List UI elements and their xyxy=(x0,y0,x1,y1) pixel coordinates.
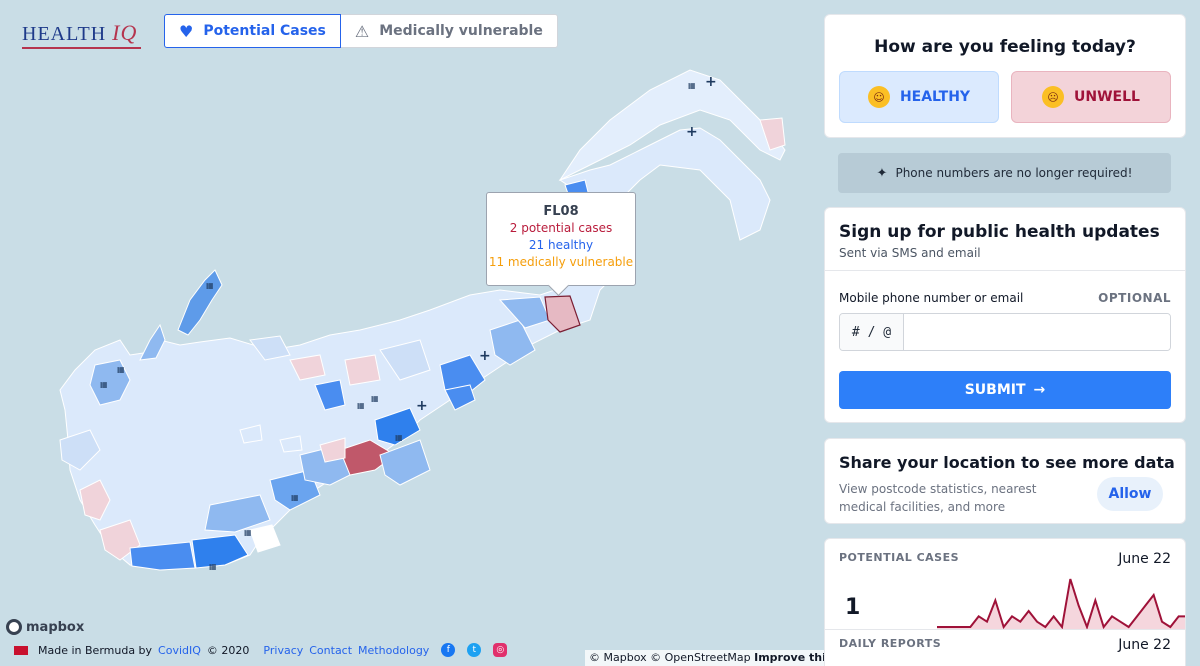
stats-card: POTENTIAL CASES June 22 1 DAILY REPORTS … xyxy=(824,538,1186,666)
heartbeat-icon: ♥ xyxy=(179,21,194,41)
hospital-marker-icon: + xyxy=(479,348,491,364)
smiling-face-icon: ☺ xyxy=(867,86,890,108)
phone-notice-banner: ✦ Phone numbers are no longer required! xyxy=(838,153,1171,193)
clinic-marker-icon: ▦ xyxy=(395,433,403,442)
healthy-label: HEALTHY xyxy=(899,89,971,105)
clinic-marker-icon: ▦ xyxy=(209,562,217,571)
tooltip-vulnerable: 11 medically vulnerable xyxy=(488,255,634,269)
clinic-marker-icon: ▦ xyxy=(206,281,214,290)
tab-label: Potential Cases xyxy=(203,23,326,39)
clinic-marker-icon: ▦ xyxy=(244,528,252,537)
contact-input[interactable] xyxy=(904,314,1170,350)
footer-year: © 2020 xyxy=(206,643,250,657)
footer-methodology-link[interactable]: Methodology xyxy=(358,644,429,657)
clinic-marker-icon: ▦ xyxy=(291,493,299,502)
divider xyxy=(825,629,1185,630)
hospital-marker-icon: + xyxy=(705,74,717,90)
notice-text: Phone numbers are no longer required! xyxy=(895,166,1133,180)
map-region-central-5 xyxy=(344,354,381,386)
submit-button[interactable]: SUBMIT → xyxy=(839,371,1171,409)
unwell-face-icon: ☹ xyxy=(1042,86,1065,108)
feeling-card: How are you feeling today? ☺ HEALTHY ☹ U… xyxy=(824,14,1186,138)
bermuda-map[interactable]: + + + + ▦ ▦ ▦ ▦ ▦ ▦ ▦ ▦ ▦ ▦ xyxy=(0,0,822,666)
unwell-label: UNWELL xyxy=(1074,89,1140,105)
potential-cases-sparkline xyxy=(937,578,1185,629)
daily-reports-label: DAILY REPORTS xyxy=(839,637,942,650)
daily-reports-date: June 22 xyxy=(1118,637,1171,653)
tooltip-healthy: 21 healthy xyxy=(528,238,594,252)
footer-contact-link[interactable]: Contact xyxy=(309,644,352,657)
clinic-marker-icon: ▦ xyxy=(688,81,696,90)
twitter-icon[interactable]: t xyxy=(467,643,482,657)
map-tooltip: FL08 2 potential cases 21 healthy 11 med… xyxy=(486,192,636,286)
signup-card: Sign up for public health updates Sent v… xyxy=(824,207,1186,423)
hospital-marker-icon: + xyxy=(416,398,428,414)
map-region-nw-island xyxy=(177,269,223,336)
contact-field: # / @ xyxy=(839,313,1171,351)
potential-cases-date: June 22 xyxy=(1118,551,1171,567)
tab-medically-vulnerable[interactable]: ⚠ Medically vulnerable xyxy=(340,14,558,48)
footer-privacy-link[interactable]: Privacy xyxy=(263,644,303,657)
tab-potential-cases[interactable]: ♥ Potential Cases xyxy=(164,14,341,48)
clinic-marker-icon: ▦ xyxy=(371,394,379,403)
tooltip-potential-cases: 2 potential cases xyxy=(509,221,613,235)
arrow-right-icon: → xyxy=(1033,382,1046,398)
clinic-marker-icon: ▦ xyxy=(117,365,125,374)
mapbox-wordmark: mapbox xyxy=(26,619,85,635)
submit-label: SUBMIT xyxy=(964,382,1026,398)
tab-label: Medically vulnerable xyxy=(379,23,543,39)
logo-underline xyxy=(22,47,142,49)
feeling-title: How are you feeling today? xyxy=(874,37,1136,57)
share-text: View postcode statistics, nearest medica… xyxy=(839,482,1037,514)
logo-iq: IQ xyxy=(112,20,138,45)
tooltip-title: FL08 xyxy=(543,204,579,219)
health-iq-logo[interactable]: HEALTH IQ xyxy=(22,20,142,49)
allow-location-button[interactable]: Allow xyxy=(1097,477,1163,511)
attrib-mapbox[interactable]: © Mapbox xyxy=(589,651,647,664)
mapbox-logo[interactable]: mapbox xyxy=(6,619,84,635)
hospital-marker-icon: + xyxy=(686,124,698,140)
divider xyxy=(825,270,1185,271)
map-mode-tabs: ♥ Potential Cases ⚠ Medically vulnerable xyxy=(164,14,558,48)
contact-prefix: # / @ xyxy=(840,314,904,350)
footer-company-link[interactable]: CovidIQ xyxy=(158,644,201,657)
footer-made-in: Made in Bermuda by xyxy=(38,643,153,657)
bermuda-flag-icon xyxy=(14,645,28,655)
map-region-central-8 xyxy=(444,384,476,411)
signup-subtitle: Sent via SMS and email xyxy=(839,246,981,260)
potential-cases-value: 1 xyxy=(845,595,861,620)
warning-icon: ⚠ xyxy=(354,21,370,41)
mapbox-icon xyxy=(6,619,22,635)
healthy-button[interactable]: ☺ HEALTHY xyxy=(839,71,999,123)
share-title: Share your location to see more data xyxy=(839,453,1175,472)
signup-title: Sign up for public health updates xyxy=(839,222,1160,242)
optional-label: OPTIONAL xyxy=(1098,291,1171,305)
party-popper-icon: ✦ xyxy=(876,165,888,181)
attrib-osm[interactable]: © OpenStreetMap xyxy=(650,651,751,664)
clinic-marker-icon: ▦ xyxy=(100,380,108,389)
potential-cases-label: POTENTIAL CASES xyxy=(839,551,960,564)
facebook-icon[interactable]: f xyxy=(441,643,456,657)
footer: Made in Bermuda by CovidIQ © 2020 Privac… xyxy=(14,643,508,657)
clinic-marker-icon: ▦ xyxy=(357,401,365,410)
logo-health: HEALTH xyxy=(22,23,107,45)
contact-field-label: Mobile phone number or email xyxy=(839,291,1024,305)
share-location-card: Share your location to see more data Vie… xyxy=(824,438,1186,524)
instagram-icon[interactable]: ◎ xyxy=(493,643,508,657)
unwell-button[interactable]: ☹ UNWELL xyxy=(1011,71,1171,123)
